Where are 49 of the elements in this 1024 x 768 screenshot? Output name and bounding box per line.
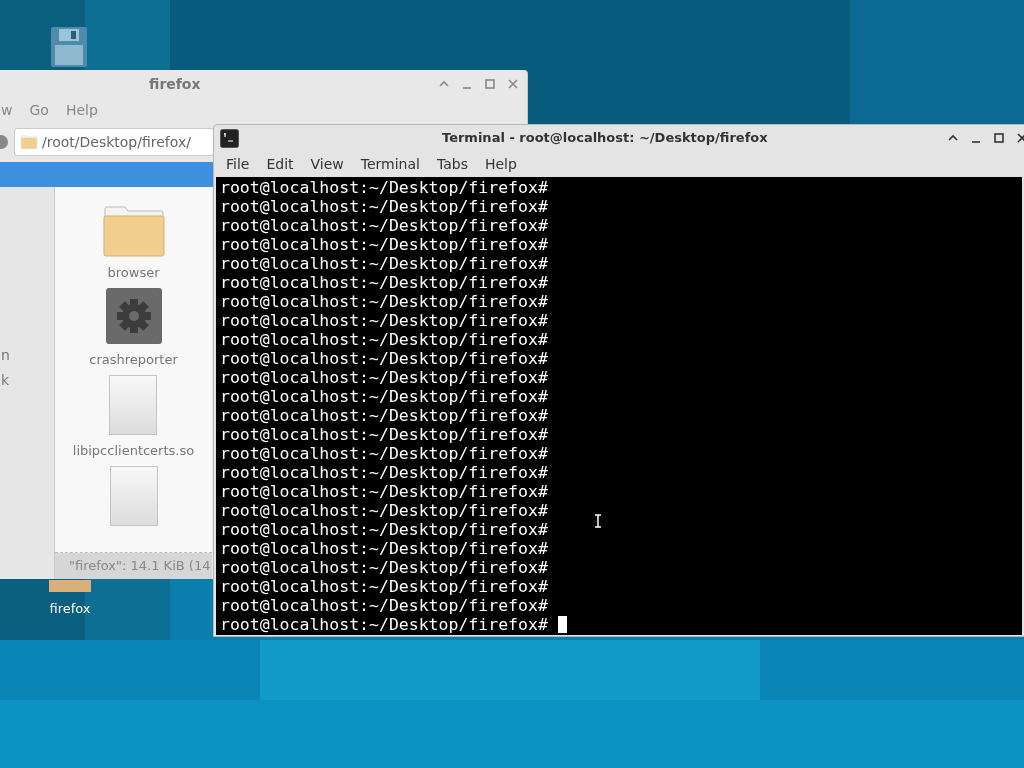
terminal-line: root@localhost:~/Desktop/firefox#	[220, 615, 548, 634]
menu-item[interactable]: Terminal	[360, 153, 420, 175]
terminal-line: root@localhost:~/Desktop/firefox#	[220, 520, 548, 539]
terminal-line: root@localhost:~/Desktop/firefox#	[220, 482, 548, 501]
status-text: "firefox": 14.1 KiB (14	[69, 557, 211, 576]
menu-item[interactable]: View	[310, 153, 344, 175]
terminal-line: root@localhost:~/Desktop/firefox#	[220, 216, 548, 235]
icon-label[interactable]: firefox	[49, 602, 91, 615]
terminal-line: root@localhost:~/Desktop/firefox#	[220, 197, 548, 216]
terminal-line: root@localhost:~/Desktop/firefox#	[220, 577, 548, 596]
terminal-line: root@localhost:~/Desktop/firefox#	[220, 273, 548, 292]
document-icon	[109, 375, 158, 435]
text-cursor	[557, 616, 567, 633]
window-title: firefox	[149, 74, 201, 94]
terminal-line: root@localhost:~/Desktop/firefox#	[220, 425, 548, 444]
file-name[interactable]: browser	[107, 265, 160, 280]
terminal-line: root@localhost:~/Desktop/firefox#	[220, 539, 548, 558]
folder-icon	[21, 135, 37, 149]
menu-item[interactable]: Tabs	[436, 153, 468, 175]
sidebar-item[interactable]: k	[1, 372, 54, 389]
file-name[interactable]: libipcclientcerts.so	[72, 443, 195, 458]
menu-item[interactable]: Help	[484, 153, 517, 175]
terminal-line: root@localhost:~/Desktop/firefox#	[220, 254, 548, 273]
menu-item[interactable]: File	[226, 153, 250, 175]
terminal-line: root@localhost:~/Desktop/firefox#	[220, 406, 548, 425]
terminal-line: root@localhost:~/Desktop/firefox#	[220, 311, 548, 330]
ibeam-cursor-icon	[594, 514, 602, 528]
terminal-line: root@localhost:~/Desktop/firefox#	[220, 558, 548, 577]
sidebar-item[interactable]: n	[1, 347, 54, 364]
terminal-line: root@localhost:~/Desktop/firefox#	[220, 596, 548, 615]
folder-icon	[102, 205, 165, 257]
terminal-line: root@localhost:~/Desktop/firefox#	[220, 463, 548, 482]
gear-icon	[105, 288, 162, 344]
terminal-line: root@localhost:~/Desktop/firefox#	[220, 178, 548, 197]
terminal-line: root@localhost:~/Desktop/firefox#	[220, 368, 548, 387]
terminal-line: root@localhost:~/Desktop/firefox#	[220, 330, 548, 349]
terminal-line: root@localhost:~/Desktop/firefox#	[220, 444, 548, 463]
location-field[interactable]: /root/Desktop/firefox/	[14, 128, 214, 156]
maximize-icon[interactable]	[993, 132, 1005, 144]
terminal-line: root@localhost:~/Desktop/firefox#	[220, 501, 548, 520]
file-name[interactable]: crashreporter	[89, 352, 178, 367]
terminal-icon	[220, 128, 239, 148]
document-icon	[109, 466, 158, 526]
terminal-line: root@localhost:~/Desktop/firefox#	[220, 235, 548, 254]
terminal-line: root@localhost:~/Desktop/firefox#	[220, 349, 548, 368]
terminal-line: root@localhost:~/Desktop/firefox#	[220, 292, 548, 311]
menu-item[interactable]: Edit	[266, 153, 294, 175]
terminal-line: root@localhost:~/Desktop/firefox#	[220, 387, 548, 406]
window-title: Terminal - root@localhost: ~/Desktop/firefox	[442, 129, 768, 148]
